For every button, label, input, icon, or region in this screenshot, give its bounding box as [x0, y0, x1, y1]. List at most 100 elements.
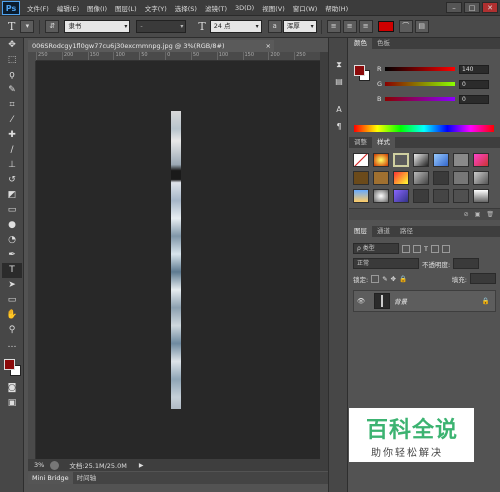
- history-panel-icon[interactable]: ⧗: [331, 58, 347, 72]
- tab-mini-bridge[interactable]: Mini Bridge: [28, 472, 73, 484]
- fill-input[interactable]: [470, 273, 496, 284]
- zoom-level[interactable]: 3%: [28, 461, 50, 469]
- tab-timeline[interactable]: 时间轴: [73, 472, 101, 484]
- menu-view[interactable]: 视图(V): [258, 3, 289, 13]
- menu-help[interactable]: 帮助(H): [321, 3, 352, 13]
- style-swatch[interactable]: [473, 171, 489, 185]
- text-color-swatch[interactable]: [377, 21, 394, 32]
- lock-transparent-icon[interactable]: [371, 274, 380, 283]
- font-style-select[interactable]: -: [136, 20, 187, 33]
- text-orientation-icon[interactable]: ⇵: [45, 20, 60, 33]
- menu-layer[interactable]: 图层(L): [111, 3, 141, 13]
- layer-row[interactable]: 👁 背景 🔒: [353, 290, 496, 312]
- visibility-eye-icon[interactable]: 👁: [354, 297, 368, 305]
- minimize-button[interactable]: –: [446, 2, 462, 13]
- tab-color[interactable]: 颜色: [349, 38, 372, 49]
- style-swatch[interactable]: [373, 153, 389, 167]
- align-center-icon[interactable]: ≡: [342, 20, 357, 33]
- font-family-select[interactable]: 隶书: [64, 20, 131, 33]
- style-swatch[interactable]: [473, 153, 489, 167]
- history-brush-tool-icon[interactable]: ↺: [2, 173, 22, 188]
- blur-tool-icon[interactable]: ●: [2, 218, 22, 233]
- menu-type[interactable]: 文字(Y): [141, 3, 171, 13]
- style-swatch[interactable]: [433, 171, 449, 185]
- gradient-tool-icon[interactable]: ▭: [2, 203, 22, 218]
- menu-edit[interactable]: 编辑(E): [53, 3, 83, 13]
- dropdown-arrow-icon[interactable]: ▾: [20, 20, 35, 33]
- type-tool-icon[interactable]: T: [8, 20, 15, 33]
- style-swatch[interactable]: [413, 153, 429, 167]
- path-selection-tool-icon[interactable]: ➤: [2, 278, 22, 293]
- new-style-icon[interactable]: ▣: [475, 211, 481, 218]
- character-panel-icon[interactable]: A: [331, 103, 347, 117]
- font-size-select[interactable]: 24 点: [209, 20, 262, 33]
- smart-object-filter-icon[interactable]: [441, 244, 450, 253]
- tab-swatches[interactable]: 色板: [372, 38, 395, 49]
- character-panel-icon[interactable]: ▤: [414, 20, 429, 33]
- more-tools-icon[interactable]: …: [2, 338, 22, 353]
- screen-mode-icon[interactable]: ▣: [2, 396, 22, 411]
- status-menu-arrow-icon[interactable]: ▶: [139, 462, 144, 469]
- type-tool-icon[interactable]: T: [2, 263, 22, 278]
- layer-kind-filter[interactable]: ρ 类型: [353, 243, 399, 254]
- antialias-select[interactable]: 浑厚: [282, 20, 317, 33]
- pen-tool-icon[interactable]: ✒: [2, 248, 22, 263]
- marquee-tool-icon[interactable]: ⬚: [2, 53, 22, 68]
- style-swatch[interactable]: [433, 189, 449, 203]
- clear-style-icon[interactable]: ⊘: [464, 211, 469, 218]
- tab-layers[interactable]: 图层: [349, 226, 372, 237]
- delete-style-icon[interactable]: 🗑: [486, 211, 494, 218]
- tab-channels[interactable]: 通道: [372, 226, 395, 237]
- vertical-scrollbar[interactable]: [320, 52, 328, 459]
- lasso-tool-icon[interactable]: ϙ: [2, 68, 22, 83]
- style-swatch[interactable]: [453, 153, 469, 167]
- healing-brush-tool-icon[interactable]: ✚: [2, 128, 22, 143]
- style-swatch[interactable]: [413, 171, 429, 185]
- style-swatch[interactable]: [453, 189, 469, 203]
- pixel-filter-icon[interactable]: [402, 244, 410, 253]
- shape-filter-icon[interactable]: [430, 244, 439, 253]
- adjustment-filter-icon[interactable]: [413, 244, 421, 253]
- crop-tool-icon[interactable]: ⌗: [2, 98, 22, 113]
- menu-image[interactable]: 图像(I): [83, 3, 111, 13]
- color-spectrum-ramp[interactable]: [354, 125, 494, 132]
- style-swatch[interactable]: [373, 189, 389, 203]
- color-swatches[interactable]: [2, 357, 22, 377]
- rectangle-tool-icon[interactable]: ▭: [2, 293, 22, 308]
- quick-select-tool-icon[interactable]: ✎: [2, 83, 22, 98]
- blue-slider[interactable]: [385, 97, 455, 101]
- style-swatch[interactable]: [433, 153, 449, 167]
- document-canvas[interactable]: [36, 61, 320, 459]
- clone-stamp-tool-icon[interactable]: ⊥: [2, 158, 22, 173]
- lock-pixels-icon[interactable]: ✎: [382, 275, 387, 283]
- menu-filter[interactable]: 滤镜(T): [201, 3, 231, 13]
- brush-tool-icon[interactable]: ∕: [2, 143, 22, 158]
- style-swatch[interactable]: [353, 171, 369, 185]
- align-right-icon[interactable]: ≡: [358, 20, 373, 33]
- blend-mode-select[interactable]: 正常: [353, 258, 419, 269]
- properties-panel-icon[interactable]: ▤: [331, 75, 347, 89]
- style-swatch[interactable]: [393, 153, 409, 167]
- menu-3d[interactable]: 3D(D): [231, 4, 258, 12]
- red-value-input[interactable]: 140: [459, 64, 489, 74]
- warp-text-icon[interactable]: ⌒: [398, 20, 413, 33]
- style-swatch[interactable]: [473, 189, 489, 203]
- eyedropper-tool-icon[interactable]: ⁄: [2, 113, 22, 128]
- paragraph-panel-icon[interactable]: ¶: [331, 120, 347, 134]
- close-button[interactable]: ✕: [482, 2, 498, 13]
- status-info-icon[interactable]: [50, 460, 60, 470]
- zoom-tool-icon[interactable]: ⚲: [2, 323, 22, 338]
- style-swatch[interactable]: [353, 189, 369, 203]
- style-swatch[interactable]: [393, 189, 409, 203]
- close-tab-icon[interactable]: ×: [266, 40, 271, 52]
- menu-window[interactable]: 窗口(W): [289, 3, 322, 13]
- green-value-input[interactable]: 0: [459, 79, 489, 89]
- quick-mask-icon[interactable]: ◙: [2, 381, 22, 396]
- tab-paths[interactable]: 路径: [395, 226, 418, 237]
- move-tool-icon[interactable]: ✥: [2, 38, 22, 53]
- align-left-icon[interactable]: ≡: [326, 20, 341, 33]
- type-filter-icon[interactable]: T: [424, 245, 428, 253]
- lock-position-icon[interactable]: ✥: [391, 275, 396, 283]
- opacity-input[interactable]: [453, 258, 480, 269]
- menu-file[interactable]: 文件(F): [23, 3, 53, 13]
